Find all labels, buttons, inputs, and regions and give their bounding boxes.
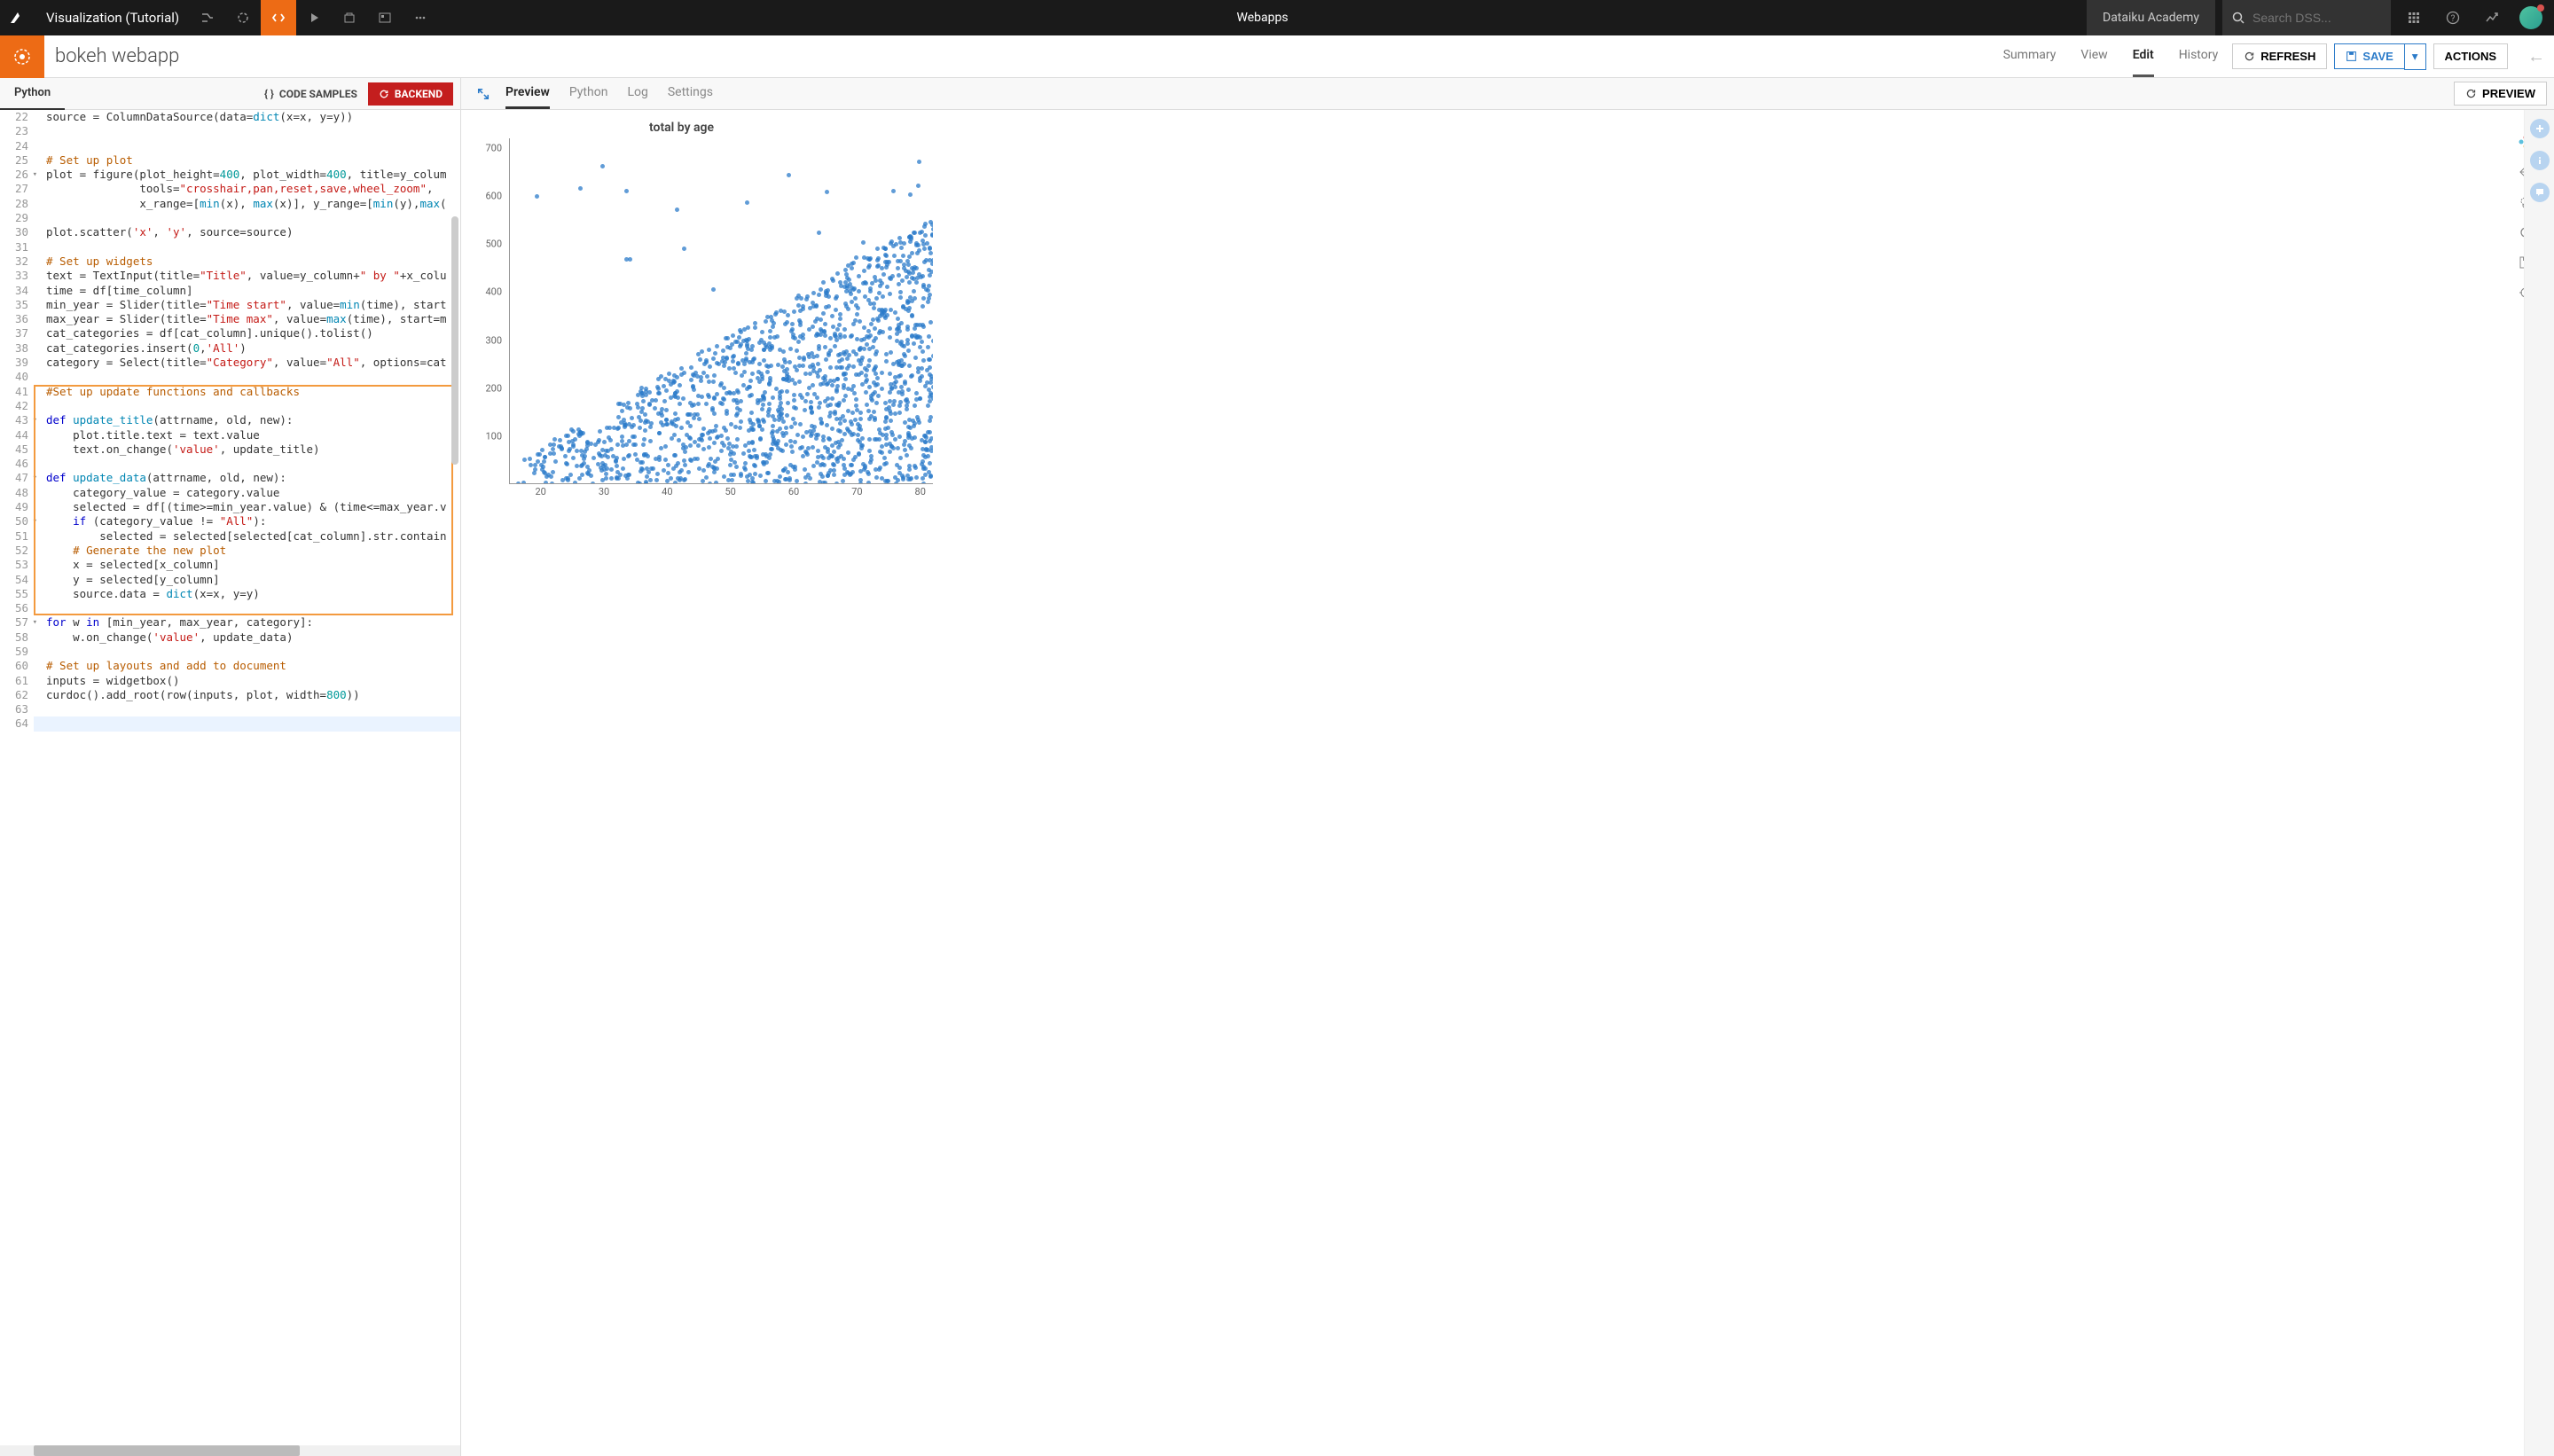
- dashboard-icon[interactable]: [367, 0, 403, 35]
- rail-add-icon[interactable]: [2530, 119, 2550, 138]
- code-icon[interactable]: [261, 0, 296, 35]
- search-box[interactable]: [2222, 0, 2391, 35]
- chart-container: 100200300400500600700 20304050607080: [472, 138, 933, 511]
- side-rail: [2524, 110, 2554, 1456]
- preview-pane: total by age 100200300400500600700 20304…: [461, 110, 2554, 1456]
- code-editor[interactable]: 2223242526272829303132333435363738394041…: [0, 110, 460, 1445]
- thirdbar: Python { } CODE SAMPLES BACKEND Preview Py…: [0, 78, 2554, 110]
- user-avatar[interactable]: [2515, 0, 2547, 35]
- apps-icon[interactable]: [2398, 0, 2430, 35]
- actions-button[interactable]: ACTIONS: [2433, 43, 2509, 69]
- topbar-center: Webapps: [438, 11, 2087, 25]
- braces-icon: { }: [264, 88, 274, 100]
- code-area[interactable]: source = ColumnDataSource(data=dict(x=x,…: [34, 110, 460, 1445]
- y-axis: 100200300400500600700: [472, 138, 509, 484]
- preview-tab-python[interactable]: Python: [569, 78, 608, 109]
- webapp-object-icon[interactable]: [0, 35, 44, 78]
- editor-toolbar: Python { } CODE SAMPLES BACKEND: [0, 78, 461, 109]
- vertical-scrollbar[interactable]: [451, 216, 458, 465]
- jobs-icon[interactable]: [296, 0, 332, 35]
- horizontal-scrollbar[interactable]: [0, 1445, 460, 1456]
- code-samples-label: CODE SAMPLES: [279, 88, 357, 100]
- preview-tab-log[interactable]: Log: [627, 78, 647, 109]
- flow-icon[interactable]: [190, 0, 225, 35]
- rail-info-icon[interactable]: [2530, 151, 2550, 170]
- tab-view[interactable]: View: [2080, 35, 2107, 77]
- help-icon[interactable]: ?: [2437, 0, 2469, 35]
- rail-chat-icon[interactable]: [2530, 183, 2550, 202]
- save-dropdown[interactable]: ▾: [2404, 43, 2426, 70]
- topbar-icons: [190, 0, 438, 35]
- object-actions: REFRESH SAVE ▾ ACTIONS: [2232, 43, 2519, 70]
- refresh-icon: [379, 89, 389, 99]
- tab-python[interactable]: Python: [0, 78, 65, 110]
- object-tabs: Summary View Edit History: [2003, 35, 2233, 77]
- preview-tab-settings[interactable]: Settings: [668, 78, 713, 109]
- save-button[interactable]: SAVE: [2334, 43, 2404, 69]
- tab-edit[interactable]: Edit: [2133, 35, 2154, 77]
- academy-link[interactable]: Dataiku Academy: [2087, 0, 2215, 35]
- save-icon: [2346, 51, 2357, 62]
- topbar-right: Dataiku Academy ?: [2087, 0, 2554, 35]
- preview-button[interactable]: PREVIEW: [2454, 82, 2547, 106]
- save-label: SAVE: [2362, 50, 2393, 63]
- preview-tab-preview[interactable]: Preview: [505, 78, 550, 109]
- refresh-icon: [2244, 51, 2255, 62]
- datasets-icon[interactable]: [225, 0, 261, 35]
- refresh-icon: [2465, 88, 2477, 99]
- app-logo[interactable]: [0, 0, 35, 35]
- search-input[interactable]: [2252, 11, 2377, 25]
- activity-icon[interactable]: [2476, 0, 2508, 35]
- back-arrow-icon[interactable]: ←: [2519, 45, 2554, 67]
- svg-text:?: ?: [2451, 14, 2456, 24]
- scatter-plot[interactable]: [509, 138, 933, 484]
- preview-btn-label: PREVIEW: [2482, 87, 2535, 100]
- project-title[interactable]: Visualization (Tutorial): [35, 10, 190, 26]
- actions-label: ACTIONS: [2445, 50, 2497, 63]
- refresh-label: REFRESH: [2260, 50, 2315, 63]
- secondbar: bokeh webapp Summary View Edit History REFR…: [0, 35, 2554, 78]
- expand-icon[interactable]: [468, 88, 498, 100]
- more-icon[interactable]: [403, 0, 438, 35]
- backend-label: BACKEND: [395, 88, 443, 100]
- labs-icon[interactable]: [332, 0, 367, 35]
- webapp-title: bokeh webapp: [44, 45, 2003, 67]
- preview-tabs: Preview Python Log Settings: [505, 78, 713, 109]
- main: 2223242526272829303132333435363738394041…: [0, 110, 2554, 1456]
- breadcrumb-label[interactable]: Webapps: [1237, 11, 1289, 25]
- preview-toolbar: Preview Python Log Settings PREVIEW: [461, 78, 2554, 109]
- code-samples-button[interactable]: { } CODE SAMPLES: [254, 88, 368, 100]
- line-gutter: 2223242526272829303132333435363738394041…: [0, 110, 34, 1445]
- chart-title: total by age: [649, 121, 2543, 135]
- tab-history[interactable]: History: [2179, 35, 2219, 77]
- editor-pane: 2223242526272829303132333435363738394041…: [0, 110, 461, 1456]
- tab-summary[interactable]: Summary: [2003, 35, 2057, 77]
- x-axis: 20304050607080: [509, 486, 933, 504]
- search-icon: [2231, 11, 2245, 25]
- refresh-button[interactable]: REFRESH: [2232, 43, 2327, 69]
- topbar: Visualization (Tutorial) Webapps Dataiku…: [0, 0, 2554, 35]
- backend-button[interactable]: BACKEND: [368, 82, 453, 106]
